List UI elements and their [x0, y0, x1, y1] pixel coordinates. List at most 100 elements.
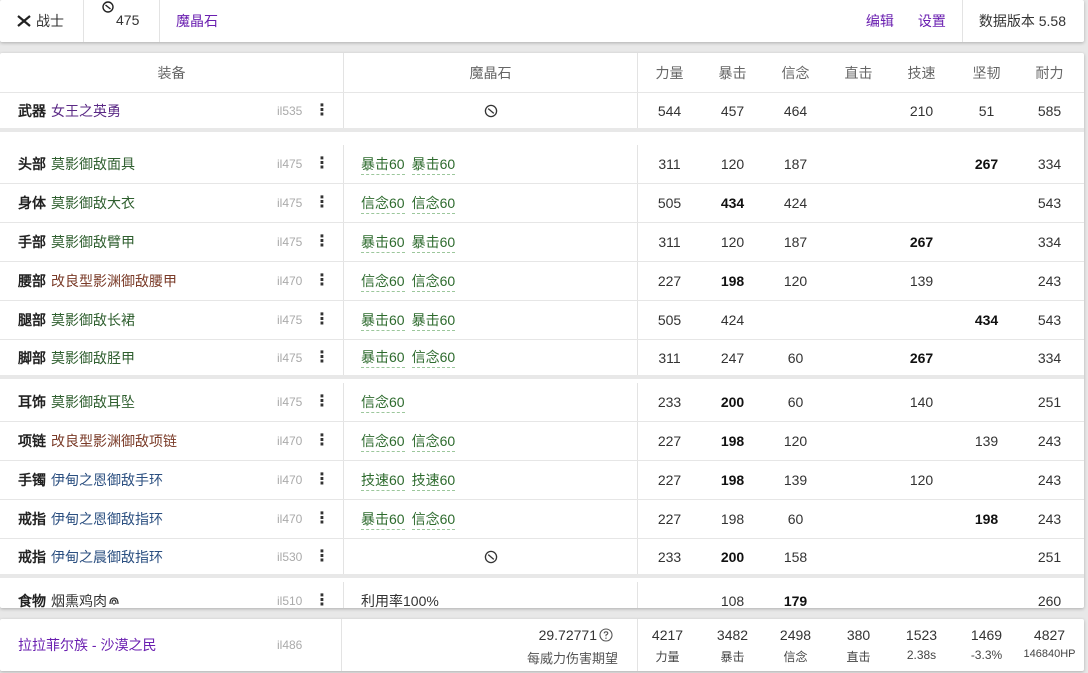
- gear-slot: 食物: [18, 593, 46, 608]
- stat-sks: 267: [909, 349, 934, 366]
- item-level: il475: [277, 350, 303, 365]
- gear-name: 伊甸之晨御敌指环: [51, 548, 163, 565]
- header-stat-str: 力量: [655, 64, 684, 81]
- stat-dh: [827, 262, 890, 300]
- settings-button[interactable]: 设置: [918, 11, 946, 31]
- gear-name-link[interactable]: 莫影御敌面具: [51, 145, 135, 183]
- more-options-icon[interactable]: ⋮: [314, 301, 330, 339]
- more-options-icon[interactable]: ⋮: [314, 340, 330, 375]
- materia-chip[interactable]: 技速60: [361, 470, 405, 491]
- stat-str: 227: [657, 273, 682, 289]
- more-options-icon[interactable]: ⋮: [314, 184, 330, 222]
- level-display[interactable]: 475: [84, 0, 160, 42]
- gear-name-link[interactable]: 莫影御敌长裙: [51, 301, 135, 339]
- more-options-icon[interactable]: ⋮: [314, 223, 330, 261]
- gear-name-link[interactable]: 伊甸之恩御敌指环: [51, 500, 163, 538]
- more-options-icon[interactable]: ⋮: [314, 539, 330, 574]
- gear-table: 装备 魔晶石 力量 暴击 信念 直击 技速 坚韧 耐力 武器 女王之英勇 il535…: [0, 53, 1084, 608]
- materia-chip[interactable]: 信念60: [411, 509, 456, 530]
- materia-chip[interactable]: 暴击60: [411, 154, 456, 175]
- gear-name: 莫影御敌耳坠: [51, 394, 135, 410]
- stat-sks: [890, 301, 953, 339]
- materia-chip[interactable]: 暴击60: [361, 310, 405, 331]
- total-stat-vit: 4827 146840HP: [1018, 619, 1081, 671]
- gear-slot: 身体: [18, 195, 46, 211]
- stat-dh: [827, 539, 890, 574]
- level-sync-icon: [102, 0, 114, 13]
- stat-str: 233: [657, 394, 682, 410]
- materia-chip[interactable]: 技速60: [411, 470, 456, 491]
- materia-chip[interactable]: 暴击60: [361, 509, 405, 530]
- more-options-icon[interactable]: ⋮: [314, 93, 330, 128]
- stat-crit: 108: [720, 593, 745, 608]
- gear-row: 手镯 伊甸之恩御敌手环 il470 ⋮ 技速60 技速60 227 198 139 120 243: [0, 461, 1084, 500]
- more-options-icon[interactable]: ⋮: [314, 422, 330, 460]
- stat-det: [764, 301, 827, 339]
- total-stat-value: 4217: [651, 627, 684, 643]
- stat-ten: [955, 262, 1018, 300]
- gear-row: 耳饰 莫影御敌耳坠 il475 ⋮ 信念60 233 200 60 140 251: [0, 383, 1084, 422]
- gear-name-link[interactable]: 莫影御敌胫甲: [51, 340, 135, 375]
- more-options-icon[interactable]: ⋮: [314, 262, 330, 300]
- stat-ten: 139: [974, 433, 999, 449]
- gear-name: 莫影御敌胫甲: [51, 349, 135, 366]
- materia-chip[interactable]: 信念60: [411, 271, 456, 292]
- materia-chip[interactable]: 暴击60: [411, 310, 456, 331]
- materia-cell: 信念60: [343, 383, 638, 421]
- materia-chip[interactable]: 暴击60: [411, 232, 456, 253]
- stat-ten: [955, 461, 1018, 499]
- average-item-level: il486: [277, 638, 303, 652]
- more-options-icon[interactable]: ⋮: [314, 145, 330, 183]
- materia-chip[interactable]: 暴击60: [361, 347, 405, 368]
- gear-row: 身体 莫影御敌大衣 il475 ⋮ 信念60 信念60 505 434 424 543: [0, 184, 1084, 223]
- materia-slot-icon[interactable]: [484, 104, 498, 118]
- stat-sks: 210: [909, 102, 934, 119]
- item-level: il475: [277, 157, 303, 171]
- header-stat-vit: 耐力: [1035, 64, 1064, 81]
- stat-crit: 247: [720, 349, 745, 366]
- damage-expectation: 29.72771 每威力伤害期望: [341, 619, 638, 671]
- materia-link[interactable]: 魔晶石: [160, 11, 218, 31]
- materia-chip[interactable]: 信念60: [361, 193, 405, 214]
- help-icon[interactable]: [599, 628, 613, 642]
- total-stat-ten: 1469 -3.3%: [955, 619, 1018, 671]
- race-selector[interactable]: 拉拉菲尔族 - 沙漠之民: [18, 619, 156, 671]
- materia-chip[interactable]: 信念60: [411, 193, 456, 214]
- stat-det: 120: [783, 433, 808, 449]
- materia-chip[interactable]: 信念60: [411, 431, 456, 452]
- materia-slot-icon[interactable]: [484, 550, 498, 564]
- gear-name-link[interactable]: 莫影御敌耳坠: [51, 383, 135, 421]
- gear-name-link[interactable]: 改良型影渊御敌项链: [51, 422, 177, 460]
- summary-bar: 拉拉菲尔族 - 沙漠之民 il486 29.72771 每威力伤害期望 4217…: [0, 619, 1084, 671]
- total-stat-label: -3.3%: [970, 648, 1003, 662]
- materia-chip[interactable]: 信念60: [411, 347, 456, 368]
- gear-name-link[interactable]: 莫影御敌大衣: [51, 184, 135, 222]
- stat-crit: 198: [720, 472, 745, 488]
- gear-name-link[interactable]: 伊甸之晨御敌指环: [51, 539, 163, 574]
- edit-button[interactable]: 编辑: [866, 11, 894, 31]
- materia-chip[interactable]: 信念60: [361, 431, 405, 452]
- more-options-icon[interactable]: ⋮: [314, 461, 330, 499]
- materia-chip[interactable]: 信念60: [361, 392, 405, 413]
- materia-cell: [343, 93, 638, 128]
- materia-chip[interactable]: 信念60: [361, 271, 405, 292]
- more-options-icon[interactable]: ⋮: [314, 500, 330, 538]
- materia-cell: 暴击60 暴击60: [343, 301, 638, 339]
- gear-name-link[interactable]: 莫影御敌臂甲: [51, 223, 135, 261]
- stat-dh: [827, 184, 890, 222]
- gear-name-link[interactable]: 女王之英勇: [51, 93, 121, 128]
- stat-det: 424: [783, 195, 808, 211]
- materia-chip[interactable]: 暴击60: [361, 154, 405, 175]
- stat-ten: [955, 184, 1018, 222]
- more-options-icon[interactable]: ⋮: [314, 582, 330, 609]
- more-options-icon[interactable]: ⋮: [314, 383, 330, 421]
- data-version: 数据版本 5.58: [961, 0, 1084, 42]
- stat-str: 544: [657, 102, 682, 119]
- gear-name-link[interactable]: 伊甸之恩御敌手环: [51, 461, 163, 499]
- gear-name: 莫影御敌臂甲: [51, 234, 135, 250]
- gear-name-link[interactable]: 烟熏鸡肉: [51, 582, 120, 608]
- job-selector[interactable]: 战士: [0, 0, 84, 42]
- gear-name-link[interactable]: 改良型影渊御敌腰甲: [51, 262, 177, 300]
- stat-sks: 267: [909, 234, 934, 250]
- materia-chip[interactable]: 暴击60: [361, 232, 405, 253]
